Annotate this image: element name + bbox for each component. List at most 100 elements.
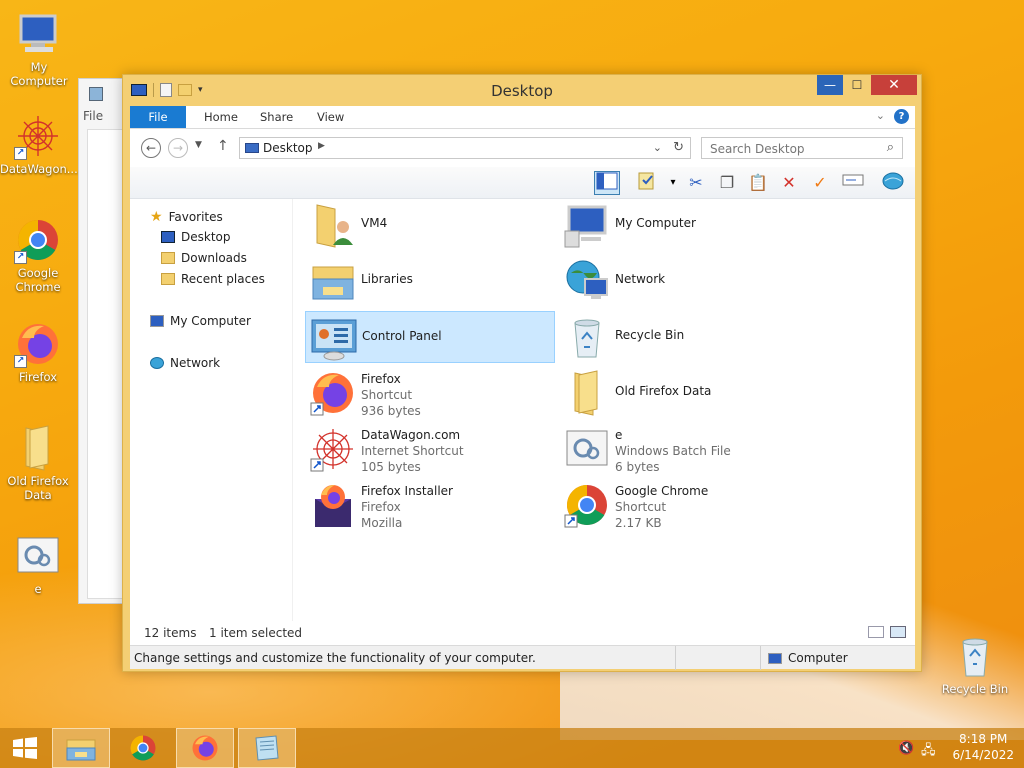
rename-check-icon[interactable]: ✓ — [807, 171, 833, 195]
file-name: Firefox — [361, 372, 401, 386]
nav-label: Favorites — [168, 210, 223, 224]
desktop-icon-firefox[interactable]: ↗ Firefox — [0, 320, 76, 384]
file-item-old-firefox-data[interactable]: Old Firefox Data — [559, 367, 809, 419]
nav-favorites[interactable]: ★ Favorites — [150, 209, 223, 225]
address-bar[interactable]: Desktop ▶ ⌄ ↻ — [239, 137, 691, 159]
nav-recent-places[interactable]: Recent places — [161, 272, 265, 286]
recycle-bin-icon — [563, 313, 611, 361]
explorer-window[interactable]: ▾ Desktop — ☐ ✕ File Home Share View ⌄ ?… — [122, 74, 922, 672]
close-button[interactable]: ✕ — [871, 75, 917, 95]
monitor-icon — [563, 201, 611, 249]
nav-downloads[interactable]: Downloads — [161, 251, 247, 265]
up-button[interactable]: ↑ — [217, 138, 229, 154]
nav-label: Downloads — [181, 251, 247, 265]
file-name: Libraries — [361, 272, 413, 286]
back-button[interactable]: ← — [141, 138, 161, 158]
file-item-datawagon[interactable]: DataWagon.com Internet Shortcut 105 byte… — [305, 423, 555, 475]
volume-muted-icon[interactable]: 🔇 — [898, 741, 914, 756]
search-box[interactable]: Search Desktop ⌕ — [701, 137, 903, 159]
nav-desktop[interactable]: Desktop — [161, 230, 231, 244]
file-item-vm4[interactable]: VM4 — [305, 199, 555, 251]
preview-pane-icon[interactable] — [594, 171, 620, 195]
taskbar-chrome[interactable] — [114, 728, 172, 768]
control-panel-icon — [310, 314, 358, 362]
file-size: 936 bytes — [361, 404, 421, 418]
desktop-icon-my-computer[interactable]: My Computer — [1, 10, 77, 88]
file-name: VM4 — [361, 216, 388, 230]
clock-date: 6/14/2022 — [952, 748, 1014, 762]
delete-icon[interactable]: ✕ — [776, 171, 802, 195]
file-item-e[interactable]: e Windows Batch File 6 bytes — [559, 423, 809, 475]
datawagon-logo-icon: ↗ — [14, 112, 62, 160]
taskbar-firefox[interactable] — [176, 728, 234, 768]
help-icon[interactable]: ? — [894, 109, 909, 124]
copy-icon[interactable]: ❐ — [714, 171, 740, 195]
item-description: Change settings and customize the functi… — [134, 651, 536, 665]
tab-view[interactable]: View — [303, 106, 358, 128]
shortcut-arrow-icon: ↗ — [14, 355, 27, 368]
file-name: Network — [615, 272, 666, 286]
desktop-icon-e[interactable]: e — [0, 532, 76, 596]
title-bar[interactable]: ▾ Desktop — ☐ ✕ — [123, 75, 921, 105]
file-name: DataWagon.com — [361, 428, 461, 442]
nav-my-computer[interactable]: My Computer — [150, 314, 251, 328]
firefox-icon — [309, 369, 357, 417]
file-type: Shortcut — [615, 500, 667, 514]
desktop-icon-recycle-bin[interactable]: Recycle Bin — [937, 632, 1013, 696]
file-item-my-computer[interactable]: My Computer — [559, 199, 809, 251]
network-globe-icon[interactable] — [880, 171, 906, 195]
forward-button[interactable]: → — [168, 138, 188, 158]
navigation-pane: ★ Favorites Desktop Downloads Recent pla… — [130, 199, 293, 645]
network-globe-icon — [563, 257, 611, 305]
location-computer: Computer — [768, 651, 848, 665]
status-bar: 12 items 1 item selected — [130, 621, 915, 645]
address-dropdown-icon[interactable]: ⌄ — [653, 141, 662, 154]
tab-share[interactable]: Share — [246, 106, 307, 128]
file-item-google-chrome[interactable]: Google Chrome Shortcut 2.17 KB — [559, 479, 809, 531]
start-button[interactable] — [2, 728, 48, 768]
file-name: Recycle Bin — [615, 328, 685, 342]
file-item-libraries[interactable]: Libraries — [305, 255, 555, 307]
batch-file-icon — [563, 425, 611, 473]
bg-file-tab[interactable]: File — [83, 109, 103, 123]
network-tray-icon[interactable]: 🖧 — [921, 741, 936, 763]
file-item-firefox[interactable]: Firefox Shortcut 936 bytes — [305, 367, 555, 419]
details-bar: Change settings and customize the functi… — [130, 645, 915, 670]
shortcut-arrow-icon: ↗ — [14, 147, 27, 160]
large-icons-view-icon[interactable] — [890, 626, 906, 638]
cut-icon[interactable]: ✂ — [683, 171, 709, 195]
refresh-icon[interactable]: ↻ — [673, 140, 684, 155]
recent-locations-icon[interactable]: ▼ — [195, 140, 202, 150]
maximize-button[interactable]: ☐ — [844, 75, 870, 95]
properties-check-icon[interactable] — [634, 171, 660, 195]
tab-file[interactable]: File — [130, 106, 186, 128]
details-view-icon[interactable] — [868, 626, 884, 638]
file-item-control-panel[interactable]: Control Panel — [305, 311, 555, 363]
address-location[interactable]: Desktop — [263, 141, 313, 155]
taskbar: 🔇 🖧 8:18 PM 6/14/2022 — [0, 728, 1024, 768]
ribbon-expand-icon[interactable]: ⌄ — [876, 109, 885, 122]
computer-icon — [768, 652, 782, 664]
tab-home[interactable]: Home — [190, 106, 252, 128]
taskbar-notepad[interactable] — [238, 728, 296, 768]
nav-label: Desktop — [181, 230, 231, 244]
clock[interactable]: 8:18 PM 6/14/2022 — [952, 731, 1014, 763]
desktop-icon-old-firefox-data[interactable]: Old Firefox Data — [0, 424, 76, 502]
file-item-network[interactable]: Network — [559, 255, 809, 307]
desktop-icon — [161, 231, 175, 243]
libraries-icon — [309, 257, 357, 305]
nav-network[interactable]: Network — [150, 356, 220, 370]
search-input[interactable]: Search Desktop — [710, 142, 805, 156]
file-item-recycle-bin[interactable]: Recycle Bin — [559, 311, 809, 363]
minimize-button[interactable]: — — [817, 75, 843, 95]
paste-icon[interactable]: 📋 — [745, 171, 771, 195]
file-item-firefox-installer[interactable]: Firefox Installer Firefox Mozilla — [305, 479, 555, 531]
file-company: Mozilla — [361, 516, 403, 530]
rename-icon[interactable] — [840, 171, 866, 195]
breadcrumb-arrow-icon[interactable]: ▶ — [318, 141, 325, 151]
taskbar-file-explorer[interactable] — [52, 728, 110, 768]
command-toolbar: ▾ ✂ ❐ 📋 ✕ ✓ — [130, 167, 915, 199]
desktop-icon-chrome[interactable]: ↗ Google Chrome — [0, 216, 76, 294]
chrome-icon: ↗ — [14, 216, 62, 264]
desktop-icon-datawagon[interactable]: ↗ DataWagon.... — [0, 112, 81, 176]
